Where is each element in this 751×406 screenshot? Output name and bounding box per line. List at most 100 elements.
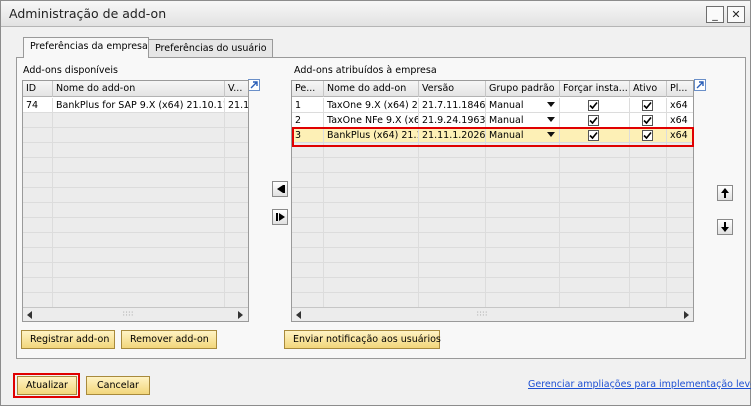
manage-extensions-link[interactable]: Gerenciar ampliações para implementação … <box>528 379 751 390</box>
empty-cell <box>23 158 53 173</box>
empty-cell <box>53 233 225 248</box>
horizontal-scrollbar[interactable]: ∷∷ <box>292 307 693 321</box>
empty-cell <box>53 158 225 173</box>
empty-cell <box>630 158 667 173</box>
cell-active <box>630 98 667 113</box>
empty-cell <box>630 278 667 293</box>
checkbox-force-install[interactable] <box>588 100 599 111</box>
move-left-button[interactable] <box>272 181 288 197</box>
cancel-button[interactable]: Cancelar <box>86 376 150 395</box>
empty-row <box>292 278 693 293</box>
empty-cell <box>560 233 630 248</box>
empty-cell <box>53 203 225 218</box>
dropdown-arrow-icon[interactable] <box>547 102 555 107</box>
empty-row <box>23 158 248 173</box>
col-name[interactable]: Nome do add-on <box>53 81 225 97</box>
table-row[interactable]: 1 TaxOne 9.X (x64) 21.7.11.18468 21.7.11.1… <box>292 98 693 113</box>
empty-cell <box>23 248 53 263</box>
available-addons-grid: ID Nome do add-on V... 74 BankPlus for S… <box>22 80 249 322</box>
scroll-right-icon[interactable] <box>238 311 243 319</box>
cell-position: 1 <box>292 98 324 113</box>
move-down-button[interactable] <box>717 219 733 235</box>
empty-row <box>23 233 248 248</box>
empty-cell <box>560 263 630 278</box>
checkbox-active[interactable] <box>642 115 653 126</box>
scroll-right-icon[interactable] <box>684 311 689 319</box>
empty-cell <box>667 233 693 248</box>
arrow-up-icon <box>721 188 729 193</box>
cell-default-group[interactable]: Manual <box>486 98 560 113</box>
empty-cell <box>53 143 225 158</box>
empty-row <box>292 248 693 263</box>
empty-cell <box>560 293 630 308</box>
empty-cell <box>53 263 225 278</box>
empty-cell <box>419 248 486 263</box>
empty-cell <box>23 263 53 278</box>
expand-arrow-icon[interactable] <box>694 79 706 91</box>
col-version[interactable]: Versão <box>419 81 486 97</box>
empty-row <box>292 158 693 173</box>
col-version[interactable]: V... <box>225 81 248 97</box>
table-row[interactable]: 74 BankPlus for SAP 9.X (x64) 21.10.11.1… <box>23 98 248 113</box>
move-up-button[interactable] <box>717 185 733 201</box>
checkbox-force-install[interactable] <box>588 115 599 126</box>
empty-cell <box>630 293 667 308</box>
col-id[interactable]: ID <box>23 81 53 97</box>
cell-default-group[interactable]: Manual <box>486 113 560 128</box>
close-button[interactable]: ✕ <box>727 6 745 23</box>
col-active[interactable]: Ativo <box>630 81 667 97</box>
empty-cell <box>225 218 248 233</box>
empty-row <box>23 293 248 308</box>
cell-name: TaxOne NFe 9.X (x64) 21.9.24.19638 <box>324 113 419 128</box>
register-addon-button[interactable]: Registrar add-on <box>21 330 115 349</box>
scroll-left-icon[interactable] <box>27 311 32 319</box>
arrow-down-icon <box>721 227 729 232</box>
col-default-group[interactable]: Grupo padrão <box>486 81 560 97</box>
scroll-grip-icon[interactable]: ∷∷ <box>477 310 488 318</box>
tab-company-preferences[interactable]: Preferências da empresa <box>23 37 149 58</box>
empty-row <box>292 188 693 203</box>
checkbox-active[interactable] <box>642 100 653 111</box>
empty-cell <box>324 248 419 263</box>
empty-cell <box>225 158 248 173</box>
empty-cell <box>225 143 248 158</box>
empty-cell <box>560 278 630 293</box>
empty-cell <box>292 278 324 293</box>
check-icon <box>643 101 652 110</box>
empty-cell <box>53 188 225 203</box>
empty-cell <box>667 248 693 263</box>
expand-arrow-icon[interactable] <box>248 79 260 91</box>
tab-user-preferences[interactable]: Preferências do usuário <box>148 39 273 57</box>
cell-version-text: 21.7.11.18468 <box>422 100 486 111</box>
col-force-install[interactable]: Forçar insta... <box>560 81 630 97</box>
table-row[interactable]: 2 TaxOne NFe 9.X (x64) 21.9.24.19638 21.9.… <box>292 113 693 128</box>
notify-users-button[interactable]: Enviar notificação aos usuários <box>284 330 441 349</box>
minimize-button[interactable]: _ <box>706 6 724 23</box>
empty-cell <box>667 263 693 278</box>
empty-row <box>292 218 693 233</box>
scroll-left-icon[interactable] <box>296 311 301 319</box>
empty-cell <box>630 263 667 278</box>
cell-name: TaxOne 9.X (x64) 21.7.11.18468 <box>324 98 419 113</box>
dropdown-arrow-icon[interactable] <box>547 117 555 122</box>
empty-row <box>292 233 693 248</box>
remove-addon-button[interactable]: Remover add-on <box>121 330 217 349</box>
cell-platform-text: x64 <box>670 115 688 126</box>
empty-cell <box>292 173 324 188</box>
empty-cell <box>667 203 693 218</box>
empty-cell <box>486 263 560 278</box>
empty-cell <box>53 113 225 128</box>
cell-platform: x64 <box>667 113 693 128</box>
empty-cell <box>292 158 324 173</box>
empty-cell <box>23 113 53 128</box>
empty-cell <box>630 203 667 218</box>
col-position[interactable]: Pe... <box>292 81 324 97</box>
horizontal-scrollbar[interactable]: ∷∷ <box>23 307 248 321</box>
available-addons-label: Add-ons disponíveis <box>23 65 118 76</box>
move-right-button[interactable] <box>272 209 288 225</box>
col-platform[interactable]: Pl... <box>667 81 693 97</box>
empty-cell <box>225 128 248 143</box>
col-name[interactable]: Nome do add-on <box>324 81 419 97</box>
empty-cell <box>560 173 630 188</box>
scroll-grip-icon[interactable]: ∷∷ <box>123 310 134 318</box>
